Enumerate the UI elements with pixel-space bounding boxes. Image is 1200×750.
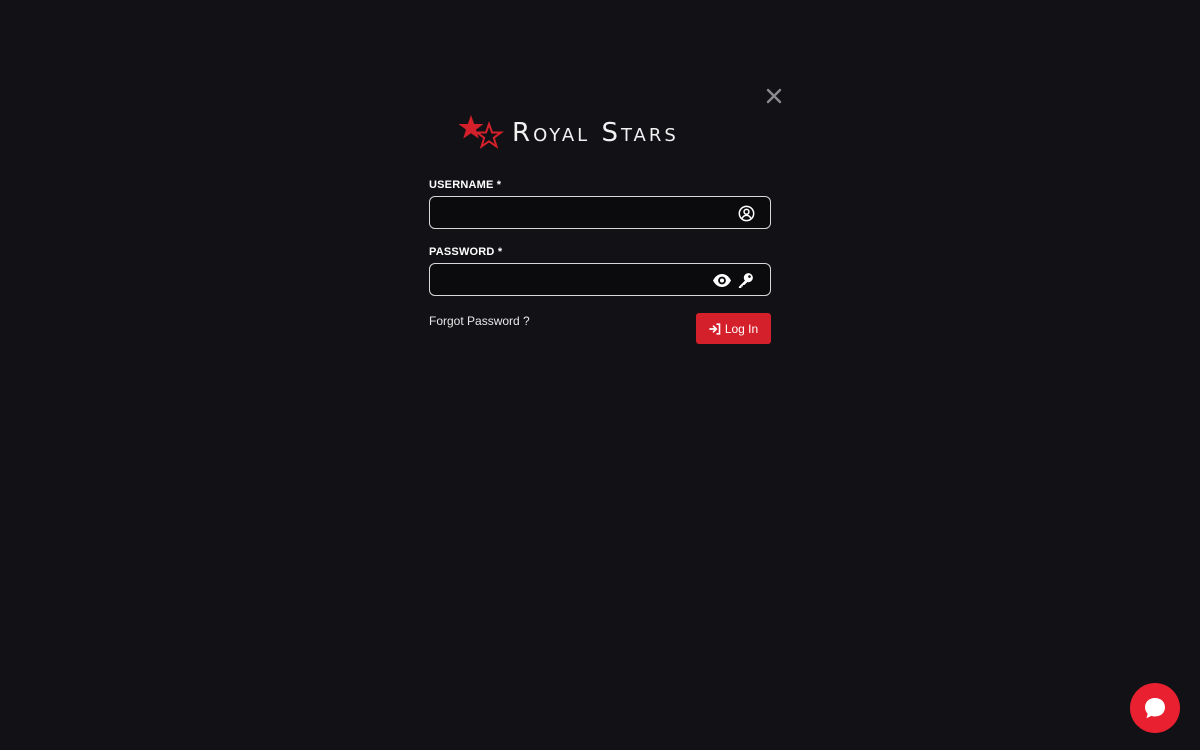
chat-button[interactable] [1130, 683, 1180, 733]
forgot-password-link[interactable]: Forgot Password ? [429, 314, 530, 328]
stars-logo-icon [458, 115, 504, 149]
password-label: PASSWORD * [429, 246, 503, 258]
chat-bubble-icon [1145, 698, 1165, 719]
username-field[interactable] [429, 196, 771, 229]
brand-name: Royal Stars [512, 118, 679, 148]
key-icon [738, 273, 753, 289]
login-form: USERNAME * PASSWORD * Forgot Password ? … [429, 178, 771, 345]
login-button[interactable]: Log In [696, 313, 771, 344]
login-page: Royal Stars USERNAME * PASSWORD * Forgot… [0, 0, 1200, 750]
sign-in-icon [708, 322, 721, 335]
user-circle-icon [738, 205, 755, 222]
eye-icon[interactable] [712, 272, 732, 289]
form-actions: Forgot Password ? Log In [429, 313, 771, 345]
username-input[interactable] [430, 197, 720, 228]
password-input[interactable] [430, 264, 720, 295]
username-label: USERNAME * [429, 179, 502, 191]
close-icon[interactable] [764, 86, 784, 106]
brand-logo: Royal Stars [458, 112, 738, 154]
login-button-label: Log In [724, 321, 759, 336]
password-field[interactable] [429, 263, 771, 296]
